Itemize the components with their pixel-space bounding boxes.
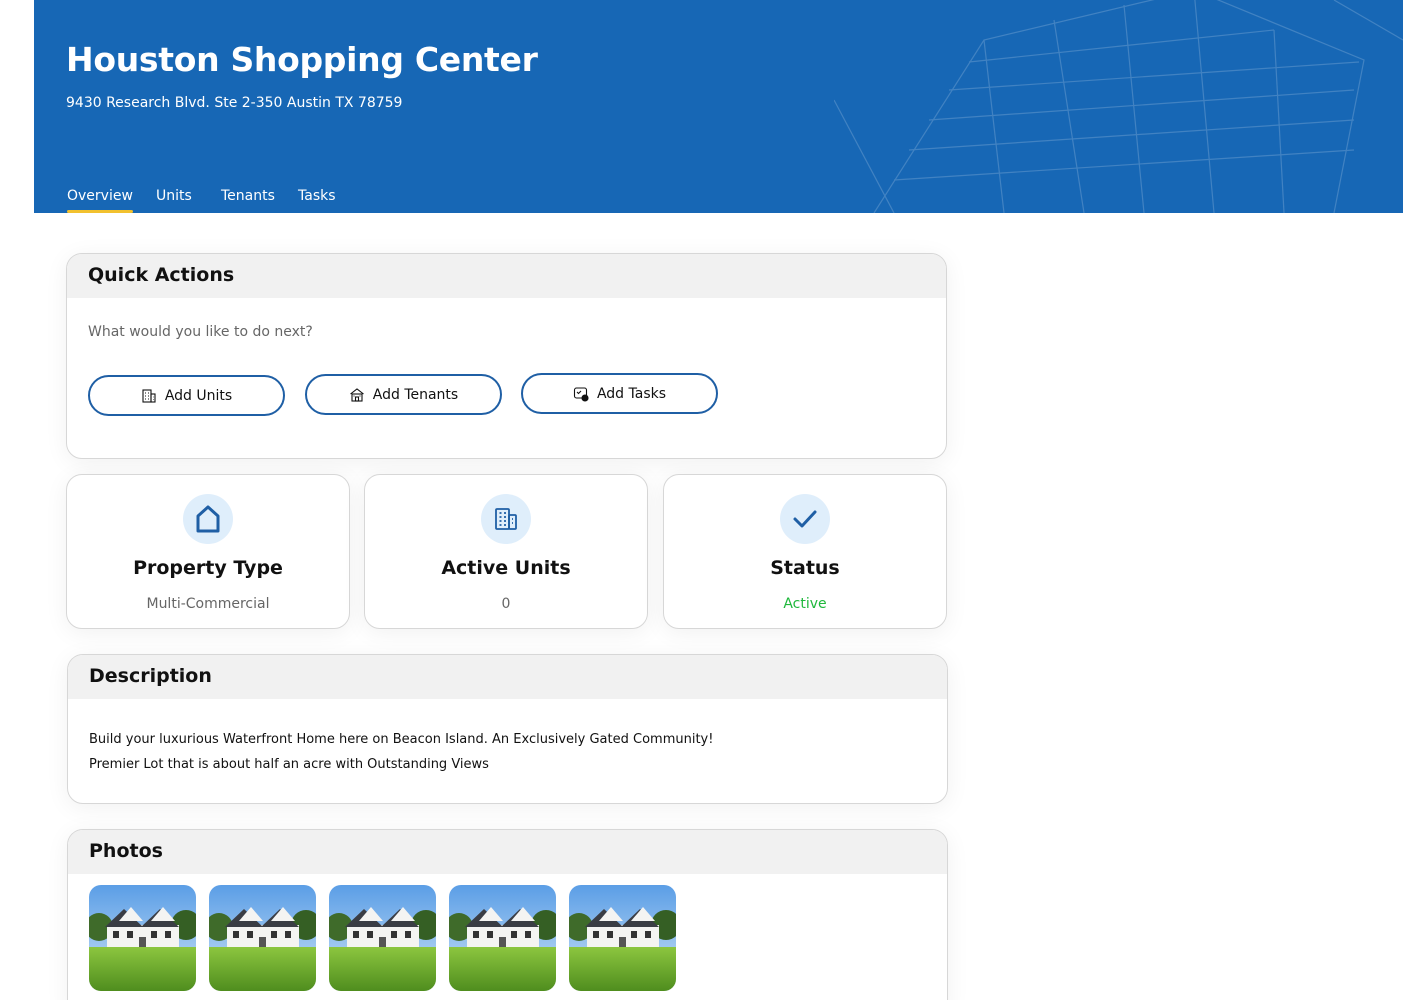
tenants-icon: [349, 387, 364, 402]
house-photo-image: [449, 885, 556, 991]
photos-title: Photos: [68, 830, 947, 874]
house-photo-image: [89, 885, 196, 991]
property-type-value: Multi-Commercial: [146, 596, 270, 612]
property-photo-thumbnail[interactable]: [209, 885, 316, 991]
house-photo-image: [569, 885, 676, 991]
status-value: Active: [783, 596, 827, 612]
home-icon: [183, 494, 233, 544]
add-units-button[interactable]: Add Units: [88, 375, 285, 416]
description-body: Build your luxurious Waterfront Home her…: [68, 699, 947, 777]
tasks-icon: [573, 386, 589, 402]
photo-gallery: [89, 885, 676, 991]
tab-units[interactable]: Units: [156, 188, 192, 204]
status-title: Status: [770, 557, 840, 579]
property-address: 9430 Research Blvd. Ste 2-350 Austin TX …: [66, 95, 403, 111]
status-card: Status Active: [663, 474, 947, 629]
property-header: Houston Shopping Center 9430 Research Bl…: [34, 0, 1403, 213]
description-line: Premier Lot that is about half an acre w…: [89, 757, 489, 772]
add-units-label: Add Units: [164, 387, 233, 404]
active-units-card: Active Units 0: [364, 474, 648, 629]
property-type-title: Property Type: [133, 557, 283, 579]
tab-tasks[interactable]: Tasks: [298, 188, 336, 204]
add-tenants-label: Add Tenants: [372, 386, 459, 403]
quick-actions-subtitle: What would you like to do next?: [88, 324, 313, 340]
description-title: Description: [68, 655, 947, 699]
property-type-card: Property Type Multi-Commercial: [66, 474, 350, 629]
active-units-value: 0: [501, 596, 511, 612]
tab-overview[interactable]: Overview: [67, 188, 133, 213]
property-photo-thumbnail[interactable]: [569, 885, 676, 991]
add-tenants-button[interactable]: Add Tenants: [305, 374, 502, 415]
quick-actions-card: Quick Actions What would you like to do …: [66, 253, 947, 459]
house-photo-image: [329, 885, 436, 991]
property-photo-thumbnail[interactable]: [329, 885, 436, 991]
description-card: Description Build your luxurious Waterfr…: [67, 654, 948, 804]
photos-card: Photos: [67, 829, 948, 1000]
building-sketch-graphic: [834, 0, 1403, 213]
building-icon: [481, 494, 531, 544]
building-icon: [142, 388, 156, 403]
check-icon: [780, 494, 830, 544]
page-title: Houston Shopping Center: [66, 40, 538, 79]
active-units-title: Active Units: [441, 557, 571, 579]
property-photo-thumbnail[interactable]: [449, 885, 556, 991]
add-tasks-button[interactable]: Add Tasks: [521, 373, 718, 414]
description-line: Build your luxurious Waterfront Home her…: [89, 732, 714, 747]
property-photo-thumbnail[interactable]: [89, 885, 196, 991]
quick-actions-title: Quick Actions: [67, 254, 946, 298]
add-tasks-label: Add Tasks: [596, 385, 667, 402]
house-photo-image: [209, 885, 316, 991]
tab-tenants[interactable]: Tenants: [221, 188, 275, 204]
